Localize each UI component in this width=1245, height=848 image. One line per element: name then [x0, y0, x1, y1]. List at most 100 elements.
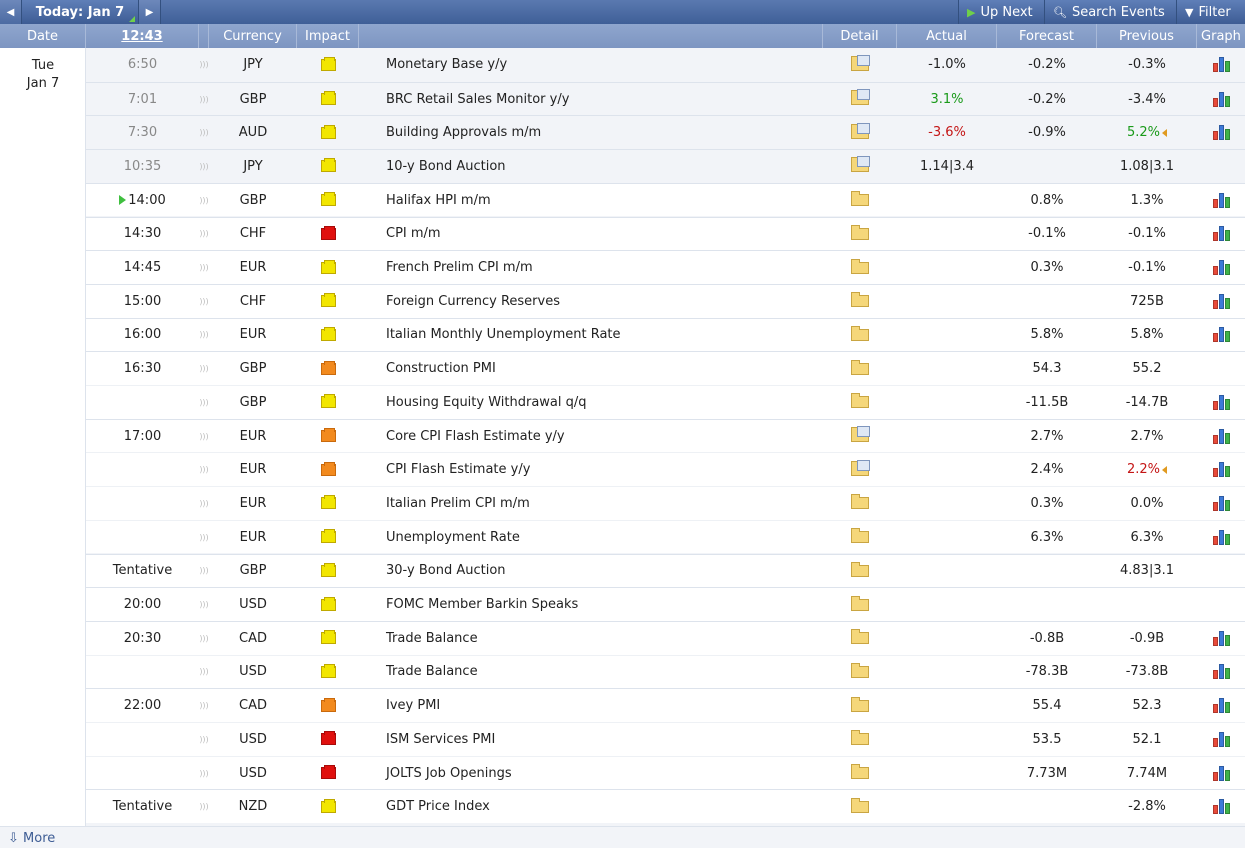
event-row[interactable]: 22:00))) CAD Ivey PMI 55.4 52.3: [86, 688, 1245, 722]
event-title[interactable]: Trade Balance: [386, 622, 826, 655]
sound-alert-icon[interactable]: ))): [199, 218, 209, 251]
search-events-button[interactable]: 🔍︎ Search Events: [1044, 0, 1176, 24]
event-row[interactable]: 16:00))) EUR Italian Monthly Unemployment …: [86, 317, 1245, 352]
event-row[interactable]: 14:45))) EUR French Prelim CPI m/m 0.3% -0.1…: [86, 250, 1245, 284]
event-detail[interactable]: [823, 251, 897, 284]
event-title[interactable]: Housing Equity Withdrawal q/q: [386, 386, 826, 419]
event-detail[interactable]: [823, 386, 897, 419]
sound-alert-icon[interactable]: ))): [199, 656, 209, 689]
event-title[interactable]: Italian Monthly Unemployment Rate: [386, 319, 826, 352]
event-detail[interactable]: [823, 622, 897, 655]
event-detail[interactable]: [823, 319, 897, 352]
event-detail[interactable]: [823, 420, 897, 453]
event-detail[interactable]: [823, 689, 897, 722]
event-title[interactable]: French Prelim CPI m/m: [386, 251, 826, 284]
sound-alert-icon[interactable]: ))): [199, 723, 209, 756]
event-detail[interactable]: [823, 83, 897, 116]
event-row[interactable]: 20:00))) USD FOMC Member Barkin Speaks: [86, 587, 1245, 621]
event-row[interactable]: ))) GBP Housing Equity Withdrawal q/q -11.5…: [86, 385, 1245, 419]
event-graph[interactable]: [1199, 116, 1245, 149]
event-title[interactable]: Monetary Base y/y: [386, 48, 826, 82]
event-title[interactable]: Foreign Currency Reserves: [386, 285, 826, 318]
event-title[interactable]: FOMC Member Barkin Speaks: [386, 588, 826, 621]
event-detail[interactable]: [823, 48, 897, 82]
up-next-button[interactable]: ▶ Up Next: [958, 0, 1044, 24]
event-row[interactable]: 16:30))) GBP Construction PMI 54.3 55.2: [86, 351, 1245, 385]
sound-alert-icon[interactable]: ))): [199, 487, 209, 520]
event-graph[interactable]: [1199, 757, 1245, 790]
sound-alert-icon[interactable]: ))): [199, 48, 209, 82]
sound-alert-icon[interactable]: ))): [199, 352, 209, 385]
event-graph[interactable]: [1199, 420, 1245, 453]
event-graph[interactable]: [1199, 453, 1245, 486]
event-detail[interactable]: [823, 487, 897, 520]
revised-marker-icon[interactable]: [1162, 128, 1168, 137]
event-detail[interactable]: [823, 656, 897, 689]
event-row[interactable]: Tentative))) GBP 30-y Bond Auction 4.83|3.1: [86, 553, 1245, 588]
event-row[interactable]: 20:30))) CAD Trade Balance -0.8B -0.9B: [86, 620, 1245, 655]
event-detail[interactable]: [823, 453, 897, 486]
sound-alert-icon[interactable]: ))): [199, 251, 209, 284]
event-row[interactable]: 14:30))) CHF CPI m/m -0.1% -0.1%: [86, 216, 1245, 251]
event-detail[interactable]: [823, 521, 897, 554]
event-row[interactable]: 17:00))) EUR Core CPI Flash Estimate y/y 2.…: [86, 418, 1245, 453]
sound-alert-icon[interactable]: ))): [199, 689, 209, 722]
prev-day-button[interactable]: ◀: [0, 0, 22, 24]
event-graph[interactable]: [1199, 723, 1245, 756]
event-row[interactable]: 15:00))) CHF Foreign Currency Reserves 725B: [86, 283, 1245, 318]
filter-button[interactable]: ▼ Filter: [1176, 0, 1245, 24]
sound-alert-icon[interactable]: ))): [199, 184, 209, 217]
sound-alert-icon[interactable]: ))): [199, 420, 209, 453]
event-title[interactable]: Halifax HPI m/m: [386, 184, 826, 217]
event-detail[interactable]: [823, 790, 897, 823]
event-row[interactable]: 6:50))) JPY Monetary Base y/y -1.0% -0.2% -0.…: [86, 48, 1245, 82]
sound-alert-icon[interactable]: ))): [199, 555, 209, 588]
event-title[interactable]: BRC Retail Sales Monitor y/y: [386, 83, 826, 116]
event-title[interactable]: Italian Prelim CPI m/m: [386, 487, 826, 520]
event-title[interactable]: 30-y Bond Auction: [386, 555, 826, 588]
event-detail[interactable]: [823, 352, 897, 385]
sound-alert-icon[interactable]: ))): [199, 622, 209, 655]
event-graph[interactable]: [1199, 386, 1245, 419]
today-button[interactable]: Today: Jan 7: [22, 0, 139, 24]
event-graph[interactable]: [1199, 83, 1245, 116]
event-detail[interactable]: [823, 588, 897, 621]
event-graph[interactable]: [1199, 656, 1245, 689]
event-graph[interactable]: [1199, 285, 1245, 318]
event-title[interactable]: 10-y Bond Auction: [386, 150, 826, 183]
event-detail[interactable]: [823, 723, 897, 756]
event-row[interactable]: 14:00))) GBP Halifax HPI m/m 0.8% 1.3%: [86, 182, 1245, 217]
event-title[interactable]: JOLTS Job Openings: [386, 757, 826, 790]
more-link[interactable]: ⇩ More: [8, 831, 55, 846]
event-row[interactable]: ))) USD JOLTS Job Openings 7.73M 7.74M: [86, 755, 1245, 790]
event-graph[interactable]: [1199, 689, 1245, 722]
event-row[interactable]: Tentative))) NZD GDT Price Index -2.8%: [86, 789, 1245, 824]
event-row[interactable]: 7:30))) AUD Building Approvals m/m -3.6% -0.…: [86, 115, 1245, 150]
revised-marker-icon[interactable]: [1162, 465, 1168, 474]
event-row[interactable]: ))) EUR CPI Flash Estimate y/y 2.4% 2.2%: [86, 452, 1245, 487]
event-graph[interactable]: [1199, 48, 1245, 82]
event-row[interactable]: ))) USD Trade Balance -78.3B -73.8B: [86, 654, 1245, 689]
next-day-button[interactable]: ▶: [139, 0, 161, 24]
event-graph[interactable]: [1199, 319, 1245, 352]
event-title[interactable]: Construction PMI: [386, 352, 826, 385]
event-graph[interactable]: [1199, 251, 1245, 284]
event-detail[interactable]: [823, 116, 897, 149]
event-title[interactable]: Ivey PMI: [386, 689, 826, 722]
sound-alert-icon[interactable]: ))): [199, 150, 209, 183]
event-row[interactable]: ))) EUR Italian Prelim CPI m/m 0.3% 0.0%: [86, 486, 1245, 520]
sound-alert-icon[interactable]: ))): [199, 790, 209, 823]
event-graph[interactable]: [1199, 790, 1245, 823]
event-graph[interactable]: [1199, 521, 1245, 554]
event-row[interactable]: 7:01))) GBP BRC Retail Sales Monitor y/y 3.…: [86, 81, 1245, 116]
event-detail[interactable]: [823, 150, 897, 183]
event-graph[interactable]: [1199, 622, 1245, 655]
event-title[interactable]: Core CPI Flash Estimate y/y: [386, 420, 826, 453]
event-title[interactable]: Building Approvals m/m: [386, 116, 826, 149]
event-title[interactable]: Unemployment Rate: [386, 521, 826, 554]
event-title[interactable]: GDT Price Index: [386, 790, 826, 823]
event-row[interactable]: ))) USD ISM Services PMI 53.5 52.1: [86, 722, 1245, 756]
sound-alert-icon[interactable]: ))): [199, 453, 209, 486]
event-title[interactable]: CPI m/m: [386, 218, 826, 251]
event-row[interactable]: 10:35))) JPY 10-y Bond Auction 1.14|3.4 1.08…: [86, 149, 1245, 183]
